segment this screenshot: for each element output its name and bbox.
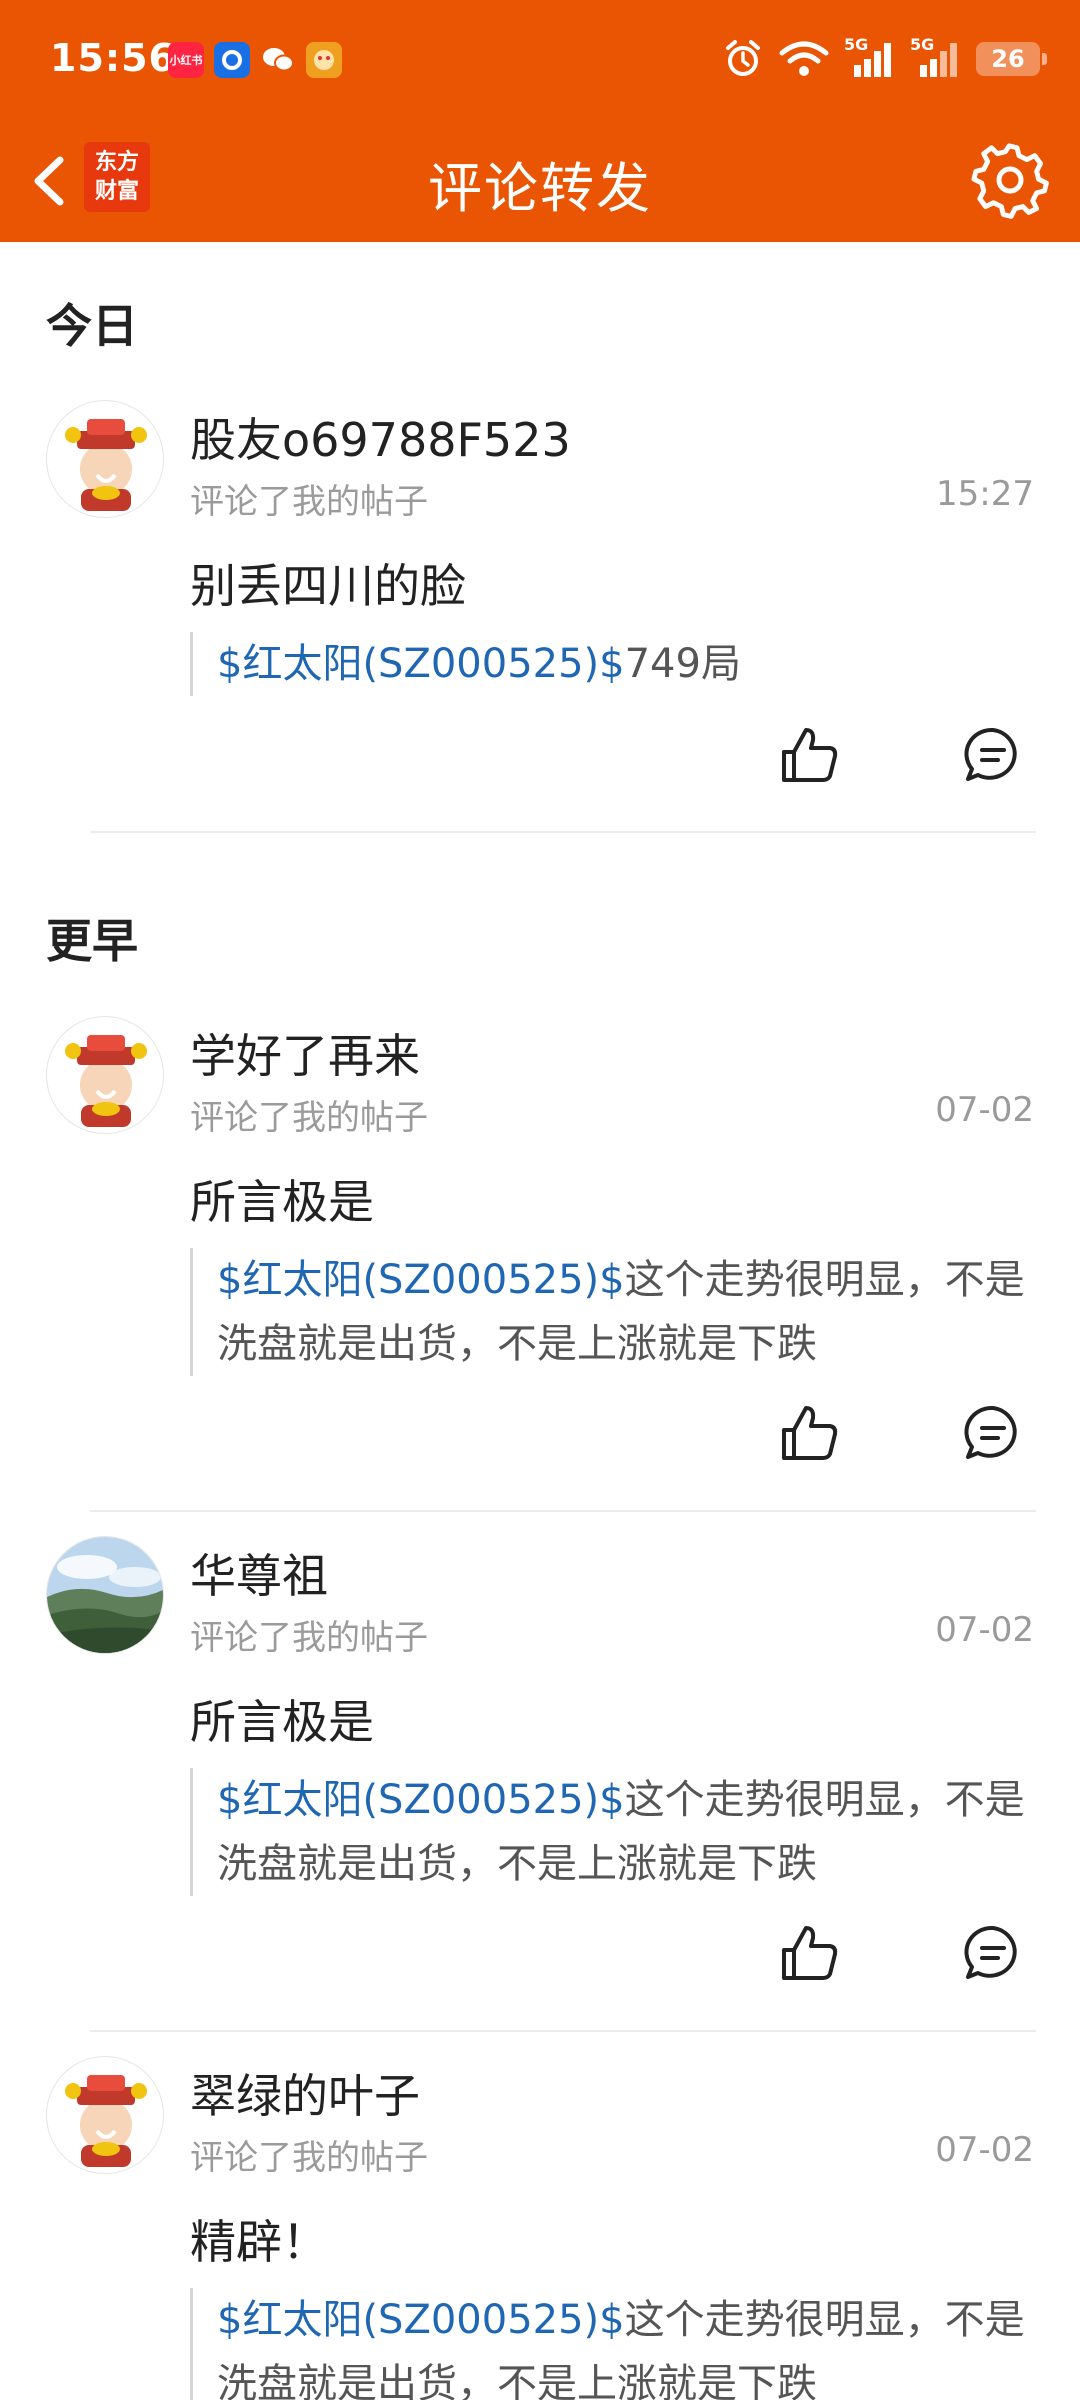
action-text: 评论了我的帖子 (190, 1098, 428, 1138)
caishen-avatar-icon (65, 2075, 147, 2167)
thumbs-up-icon[interactable] (778, 1402, 840, 1464)
avatar[interactable] (46, 1016, 164, 1134)
comment-icon[interactable] (964, 1404, 1022, 1462)
section-earlier: 更早 (46, 914, 138, 968)
section-today: 今日 (46, 299, 138, 353)
app-header: 15:56 小红书 5G 5G 26 东方 财富 评论转发 (0, 0, 1080, 242)
quoted-post[interactable]: $红太阳(SZ000525)$749局 (190, 632, 1040, 696)
status-time: 15:56 (50, 36, 176, 80)
avatar[interactable] (46, 400, 164, 518)
timestamp: 07-02 (935, 2130, 1034, 2170)
game-icon (306, 42, 342, 78)
avatar[interactable] (46, 2056, 164, 2174)
stock-tag-link[interactable]: $红太阳(SZ000525)$ (217, 1777, 625, 1823)
action-text: 评论了我的帖子 (190, 1618, 428, 1658)
stock-tag-link[interactable]: $红太阳(SZ000525)$ (217, 2297, 625, 2343)
divider (90, 831, 1036, 833)
quoted-text: 749局 (624, 641, 741, 687)
alarm-icon (726, 40, 760, 76)
notification-item[interactable]: 股友o69788F523 评论了我的帖子 15:27 别丢四川的脸 $红太阳(S… (0, 400, 1080, 820)
username[interactable]: 翠绿的叶子 (190, 2060, 420, 2126)
username[interactable]: 华尊祖 (190, 1540, 328, 1606)
divider (90, 1510, 1036, 1512)
comment-text: 精辟！ (190, 2215, 328, 2269)
notification-icons: 小红书 (168, 42, 342, 78)
notification-item[interactable]: 翠绿的叶子 评论了我的帖子 07-02 精辟！ $红太阳(SZ000525)$这… (0, 2056, 1080, 2400)
wechat-icon (260, 42, 296, 78)
stock-tag-link[interactable]: $红太阳(SZ000525)$ (217, 1257, 625, 1303)
notification-item[interactable]: 学好了再来 评论了我的帖子 07-02 所言极是 $红太阳(SZ000525)$… (0, 1016, 1080, 1496)
username[interactable]: 股友o69788F523 (190, 404, 571, 470)
page-title: 评论转发 (428, 157, 652, 220)
status-right-icons: 5G 5G 26 (722, 35, 1047, 80)
timestamp: 07-02 (935, 1090, 1034, 1130)
action-text: 评论了我的帖子 (190, 2138, 428, 2178)
quoted-post[interactable]: $红太阳(SZ000525)$这个走势很明显，不是洗盘就是出货，不是上涨就是下跌 (190, 1248, 1040, 1376)
comment-text: 所言极是 (190, 1695, 374, 1749)
notification-item[interactable]: 华尊祖 评论了我的帖子 07-02 所言极是 $红太阳(SZ000525)$这个… (0, 1536, 1080, 2016)
navigation-bar: 东方 财富 评论转发 (0, 124, 1080, 242)
username[interactable]: 学好了再来 (190, 1020, 420, 1086)
browser-icon (214, 42, 250, 78)
status-bar: 15:56 小红书 5G 5G 26 (0, 0, 1080, 124)
action-text: 评论了我的帖子 (190, 482, 428, 522)
divider (90, 2030, 1036, 2032)
battery-indicator: 26 (976, 42, 1047, 76)
wifi-icon (779, 41, 829, 76)
caishen-avatar-icon (65, 419, 147, 511)
comment-text: 所言极是 (190, 1175, 374, 1229)
caishen-avatar-icon (65, 1035, 147, 1127)
comment-icon[interactable] (964, 1924, 1022, 1982)
gear-icon[interactable] (970, 140, 1050, 220)
quoted-post[interactable]: $红太阳(SZ000525)$这个走势很明显，不是洗盘就是出货，不是上涨就是下跌 (190, 2288, 1040, 2400)
timestamp: 15:27 (936, 474, 1034, 514)
quoted-post[interactable]: $红太阳(SZ000525)$这个走势很明显，不是洗盘就是出货，不是上涨就是下跌 (190, 1768, 1040, 1896)
stock-tag-link[interactable]: $红太阳(SZ000525)$ (217, 641, 625, 687)
comment-text: 别丢四川的脸 (190, 559, 466, 613)
timestamp: 07-02 (935, 1610, 1034, 1650)
comment-icon[interactable] (964, 726, 1022, 784)
avatar[interactable] (46, 1536, 164, 1654)
xiaohongshu-icon: 小红书 (168, 42, 204, 78)
thumbs-up-icon[interactable] (778, 1922, 840, 1984)
thumbs-up-icon[interactable] (778, 724, 840, 786)
landscape-avatar-icon (47, 1537, 163, 1653)
cellular-signal-2: 5G (910, 35, 962, 79)
cellular-signal-1: 5G (844, 35, 896, 79)
